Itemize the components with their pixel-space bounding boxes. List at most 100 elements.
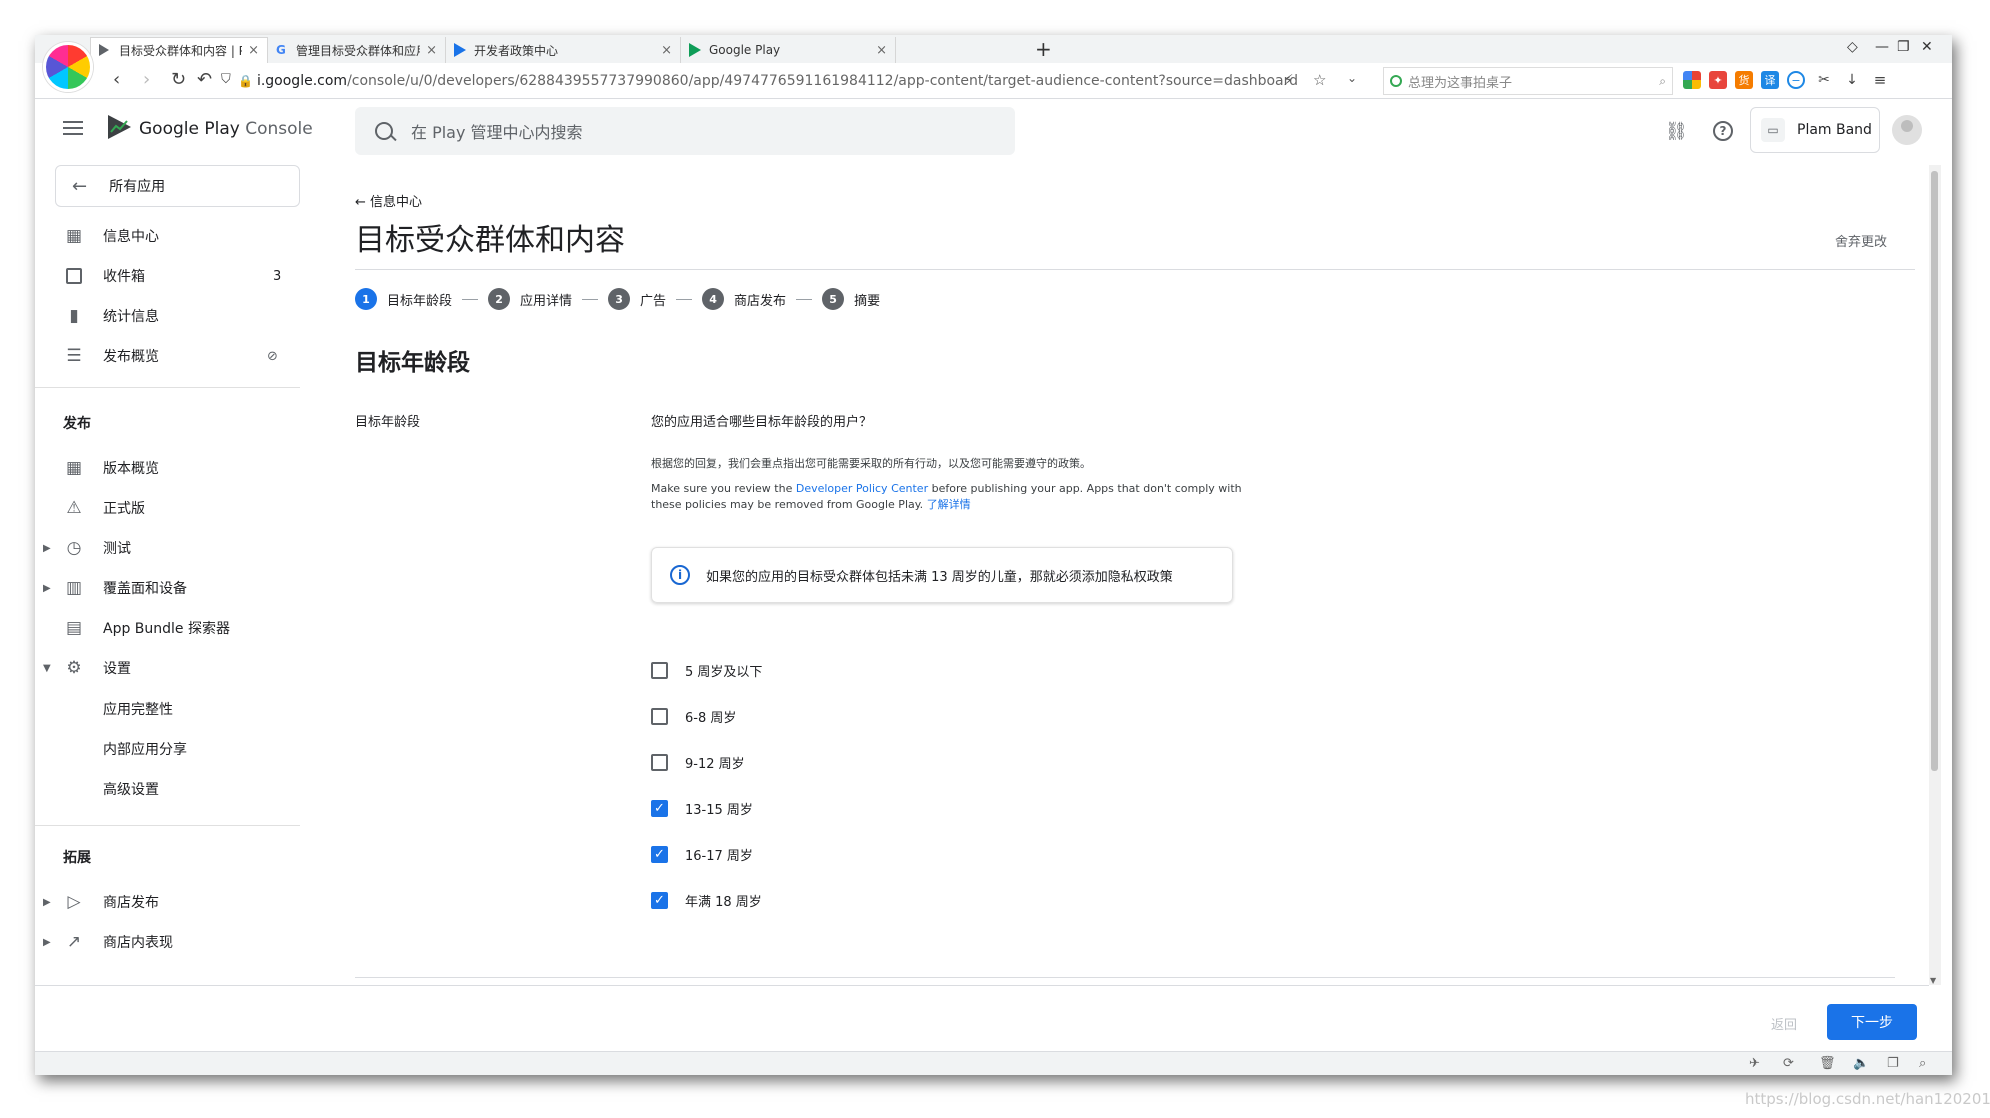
reload-icon[interactable]: ↻ — [171, 69, 186, 90]
tab-close-icon[interactable]: × — [876, 43, 887, 58]
close-window-button[interactable]: ✕ — [1921, 39, 1933, 55]
sidebar-item-label: App Bundle 探索器 — [103, 621, 230, 637]
tab-title: Google Play — [709, 43, 781, 57]
all-apps-button[interactable]: ← 所有应用 — [55, 165, 300, 207]
avatar[interactable] — [1892, 115, 1922, 145]
step-app-details[interactable]: 2 应用详情 — [488, 288, 599, 310]
link-icon[interactable]: ⛓ — [1665, 121, 1688, 142]
tab-close-icon[interactable]: × — [661, 43, 672, 58]
lightning-icon[interactable]: ⚡ — [1283, 71, 1294, 89]
help-icon[interactable]: ? — [1713, 121, 1733, 141]
sidebar-item-store-performance[interactable]: ▶ ↗ 商店内表现 — [35, 925, 305, 959]
age-option-row[interactable]: 9-12 周岁 — [651, 751, 745, 773]
tab-policy-center[interactable]: 开发者政策中心 × — [446, 37, 681, 63]
tab-google-play[interactable]: Google Play × — [681, 37, 896, 63]
url-field[interactable]: 🔒 i.google.com/console/u/0/developers/62… — [238, 68, 1348, 94]
step-store-listing[interactable]: 4 商店发布 — [702, 288, 813, 310]
window-icon[interactable]: ❐ — [1887, 1056, 1899, 1071]
browser-search-input[interactable]: 总理为这事拍桌子 ⌕ — [1383, 67, 1673, 95]
step-summary[interactable]: 5 摘要 — [822, 288, 880, 310]
scrollbar-thumb[interactable] — [1931, 171, 1938, 771]
sidebar-item-releases-overview[interactable]: ▦ 版本概览 — [35, 451, 305, 485]
hamburger-menu-icon[interactable] — [63, 121, 83, 135]
scroll-down-arrow-icon[interactable]: ▼ — [1930, 976, 1936, 985]
sidebar-item-store-presence[interactable]: ▶ ▷ 商店发布 — [35, 885, 305, 919]
url-host: i.google.com — [256, 73, 348, 89]
age-option-label: 9-12 周岁 — [685, 756, 745, 772]
sidebar-item-publishing-overview[interactable]: ☰ 发布概览 ⊘ — [35, 339, 305, 373]
vertical-scrollbar[interactable]: ▼ — [1929, 165, 1941, 985]
discard-changes-button[interactable]: 舍弃更改 — [1835, 231, 1887, 250]
game-icon[interactable]: ✦ — [1709, 71, 1727, 89]
translate-icon[interactable]: 译 — [1761, 71, 1779, 89]
step-target-age[interactable]: 1 目标年龄段 — [355, 288, 479, 310]
search-icon[interactable]: ⌕ — [1659, 74, 1666, 89]
tab-close-icon[interactable]: × — [426, 43, 437, 58]
new-tab-button[interactable]: + — [1035, 37, 1052, 61]
minimize-button[interactable]: — — [1875, 39, 1889, 55]
checkbox[interactable] — [651, 707, 668, 725]
shield-icon[interactable]: ⛉ — [221, 72, 231, 87]
age-option-row[interactable]: 5 周岁及以下 — [651, 659, 762, 681]
back-to-dashboard-link[interactable]: ← 信息中心 — [355, 191, 422, 210]
step-ads[interactable]: 3 广告 — [608, 288, 693, 310]
developer-account-chip[interactable]: ▭ Plam Band — [1750, 107, 1880, 153]
sidebar-item-inbox[interactable]: 收件箱 3 — [35, 259, 305, 293]
checkbox-checked[interactable]: ✓ — [651, 799, 668, 817]
age-option-row[interactable]: ✓ 16-17 周岁 — [651, 843, 753, 865]
apps-grid-icon[interactable] — [1683, 71, 1701, 89]
sidebar-item-reach-devices[interactable]: ▶ ▥ 覆盖面和设备 — [35, 571, 305, 605]
sidebar-item-production[interactable]: ⚠ 正式版 — [35, 491, 305, 525]
scissors-icon[interactable]: ✂ — [1815, 71, 1833, 89]
developer-policy-center-link[interactable]: Developer Policy Center — [796, 482, 928, 495]
tab-target-audience[interactable]: 目标受众群体和内容 | Plam Band × — [90, 37, 268, 63]
caret-right-icon[interactable]: ▶ — [43, 897, 51, 908]
next-button[interactable]: 下一步 — [1827, 1004, 1917, 1040]
console-search-input[interactable]: 在 Play 管理中心内搜索 — [355, 107, 1015, 155]
back-button[interactable]: 返回 — [1771, 1014, 1797, 1033]
checkbox[interactable] — [651, 753, 668, 771]
age-option-row[interactable]: ✓ 年满 18 周岁 — [651, 889, 762, 911]
tab-close-icon[interactable]: × — [248, 43, 259, 58]
caret-right-icon[interactable]: ▶ — [43, 937, 51, 948]
age-option-label: 年满 18 周岁 — [685, 894, 762, 910]
back-arrow-icon[interactable]: ‹ — [113, 69, 120, 90]
checkbox[interactable] — [651, 661, 668, 679]
caret-down-icon[interactable]: ▼ — [43, 663, 51, 674]
sync-icon[interactable]: ⟳ — [1783, 1056, 1794, 1071]
learn-more-link[interactable]: 了解详情 — [927, 498, 971, 511]
sidebar-subitem-internal-sharing[interactable]: 内部应用分享 — [103, 739, 187, 759]
star-icon[interactable]: ☆ — [1313, 71, 1326, 89]
download-icon[interactable]: ↓ — [1843, 71, 1861, 89]
tab-strip: 目标受众群体和内容 | Plam Band × G 管理目标受众群体和应用内容设… — [35, 35, 1952, 63]
app-header: Google Play Console 在 Play 管理中心内搜索 ⛓ ? ▭… — [35, 99, 1935, 165]
sidebar-subitem-app-integrity[interactable]: 应用完整性 — [103, 699, 173, 719]
arrow-left-icon: ← — [72, 175, 88, 197]
trash-icon[interactable]: 🗑 — [1819, 1056, 1836, 1071]
caret-right-icon[interactable]: ▶ — [43, 543, 51, 554]
zoom-icon[interactable]: ⌕ — [1919, 1056, 1926, 1071]
menu-icon[interactable]: ≡ — [1871, 71, 1889, 89]
caret-right-icon[interactable]: ▶ — [43, 583, 51, 594]
play-console-icon — [99, 43, 113, 58]
maximize-button[interactable]: ❐ — [1897, 39, 1910, 55]
tab-manage-settings[interactable]: G 管理目标受众群体和应用内容设置 × — [268, 37, 446, 63]
forward-arrow-icon[interactable]: › — [143, 69, 150, 90]
checkbox-checked[interactable]: ✓ — [651, 891, 668, 909]
sidebar-item-dashboard[interactable]: ▦ 信息中心 — [35, 219, 305, 253]
shopping-icon[interactable]: 货 — [1735, 71, 1753, 89]
chevron-down-icon[interactable]: ⌄ — [1347, 71, 1357, 85]
sidebar-item-statistics[interactable]: ▮ 统计信息 — [35, 299, 305, 333]
sidebar-item-testing[interactable]: ▶ ◷ 测试 — [35, 531, 305, 565]
checkbox-checked[interactable]: ✓ — [651, 845, 668, 863]
undo-icon[interactable]: ↶ — [197, 69, 212, 90]
sidebar-subitem-advanced-settings[interactable]: 高级设置 — [103, 779, 159, 799]
age-option-row[interactable]: 6-8 周岁 — [651, 705, 736, 727]
sidebar-item-app-bundle-explorer[interactable]: ▤ App Bundle 探索器 — [35, 611, 305, 645]
minus-circle-icon[interactable]: − — [1787, 71, 1805, 89]
speaker-icon[interactable]: 🔈 — [1853, 1056, 1869, 1071]
age-option-row[interactable]: ✓ 13-15 周岁 — [651, 797, 753, 819]
pin-icon[interactable]: ✈ — [1749, 1056, 1760, 1071]
restore-window-icon[interactable]: ◇ — [1847, 39, 1858, 55]
sidebar-item-settings[interactable]: ▼ ⚙ 设置 — [35, 651, 305, 685]
